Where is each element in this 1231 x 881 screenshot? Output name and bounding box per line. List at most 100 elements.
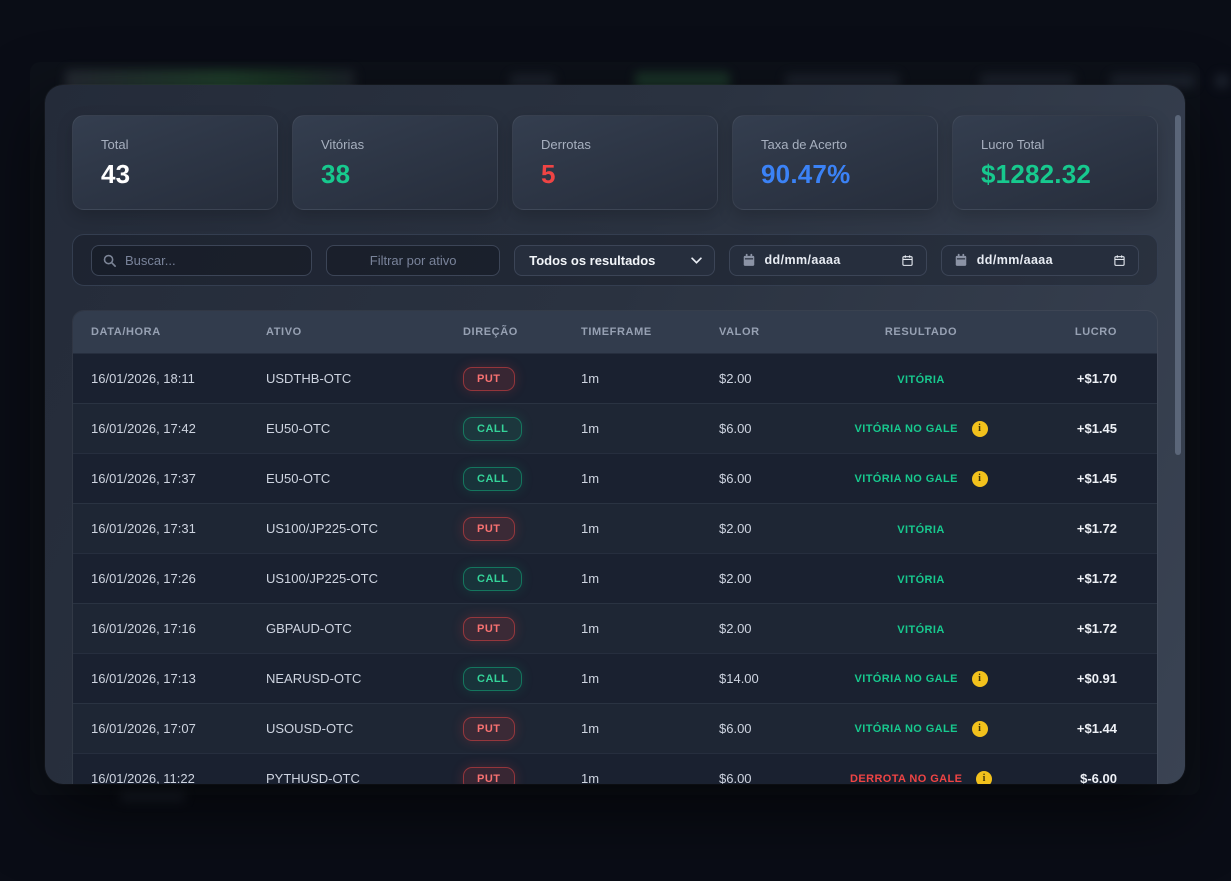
stat-card-total-profit: Lucro Total $1282.32 <box>952 115 1158 210</box>
stat-value: 90.47% <box>761 159 909 190</box>
gale-info-icon[interactable]: i <box>972 471 988 487</box>
cell-value: $6.00 <box>701 421 816 436</box>
direction-badge: PUT <box>463 517 515 541</box>
table-row[interactable]: 16/01/2026, 17:37 EU50-OTC CALL 1m $6.00… <box>73 453 1157 503</box>
calendar-picker-icon[interactable] <box>901 254 914 267</box>
table-row[interactable]: 16/01/2026, 17:42 EU50-OTC CALL 1m $6.00… <box>73 403 1157 453</box>
table-body: 16/01/2026, 18:11 USDTHB-OTC PUT 1m $2.0… <box>73 353 1157 784</box>
table-row[interactable]: 16/01/2026, 17:26 US100/JP225-OTC CALL 1… <box>73 553 1157 603</box>
cell-value: $6.00 <box>701 471 816 486</box>
direction-badge: PUT <box>463 617 515 641</box>
cell-profit: +$1.70 <box>1026 371 1157 386</box>
cell-profit: +$1.45 <box>1026 421 1157 436</box>
cell-asset: PYTHUSD-OTC <box>248 771 445 784</box>
stat-value: 5 <box>541 159 689 190</box>
direction-badge: CALL <box>463 567 522 591</box>
cell-timeframe: 1m <box>563 471 701 486</box>
cell-timeframe: 1m <box>563 371 701 386</box>
search-icon <box>102 253 117 268</box>
calendar-icon <box>954 253 968 267</box>
table-row[interactable]: 16/01/2026, 17:31 US100/JP225-OTC PUT 1m… <box>73 503 1157 553</box>
cell-timeframe: 1m <box>563 521 701 536</box>
stats-row: Total 43 Vitórias 38 Derrotas 5 Taxa de … <box>72 115 1158 210</box>
table-header-row: DATA/HORA ATIVO DIREÇÃO TIMEFRAME VALOR … <box>73 311 1157 353</box>
cell-asset: US100/JP225-OTC <box>248 571 445 586</box>
chevron-down-icon <box>691 257 702 264</box>
calendar-picker-icon[interactable] <box>1113 254 1126 267</box>
search-field[interactable] <box>91 245 312 276</box>
result-label: VITÓRIA NO GALE <box>855 723 958 735</box>
result-label: VITÓRIA <box>897 374 944 386</box>
cell-asset: USDTHB-OTC <box>248 371 445 386</box>
col-header-timeframe: TIMEFRAME <box>563 326 701 338</box>
cell-asset: NEARUSD-OTC <box>248 671 445 686</box>
cell-profit: +$1.72 <box>1026 521 1157 536</box>
gale-info-icon[interactable]: i <box>972 421 988 437</box>
cell-profit: +$0.91 <box>1026 671 1157 686</box>
cell-timeframe: 1m <box>563 571 701 586</box>
stat-card-wins: Vitórias 38 <box>292 115 498 210</box>
trade-results-panel: Total 43 Vitórias 38 Derrotas 5 Taxa de … <box>45 85 1185 784</box>
stat-value: 38 <box>321 159 469 190</box>
result-label: VITÓRIA <box>897 524 944 536</box>
filter-bar: Todos os resultados dd/mm/aaaa <box>72 234 1158 286</box>
cell-datetime: 16/01/2026, 17:37 <box>73 471 248 486</box>
col-header-asset: ATIVO <box>248 326 445 338</box>
gale-info-icon[interactable]: i <box>972 671 988 687</box>
result-label: VITÓRIA NO GALE <box>855 423 958 435</box>
table-row[interactable]: 16/01/2026, 17:16 GBPAUD-OTC PUT 1m $2.0… <box>73 603 1157 653</box>
results-filter-value: Todos os resultados <box>529 253 655 268</box>
stat-value: 43 <box>101 159 249 190</box>
cell-timeframe: 1m <box>563 621 701 636</box>
cell-value: $2.00 <box>701 571 816 586</box>
stat-card-losses: Derrotas 5 <box>512 115 718 210</box>
trades-table: DATA/HORA ATIVO DIREÇÃO TIMEFRAME VALOR … <box>72 310 1158 784</box>
cell-datetime: 16/01/2026, 18:11 <box>73 371 248 386</box>
stat-label: Lucro Total <box>981 137 1129 152</box>
direction-badge: PUT <box>463 717 515 741</box>
cell-timeframe: 1m <box>563 771 701 784</box>
date-to-value: dd/mm/aaaa <box>977 253 1104 267</box>
direction-badge: CALL <box>463 467 522 491</box>
col-header-value: VALOR <box>701 326 816 338</box>
gale-info-icon[interactable]: i <box>972 721 988 737</box>
calendar-icon <box>742 253 756 267</box>
table-row[interactable]: 16/01/2026, 11:22 PYTHUSD-OTC PUT 1m $6.… <box>73 753 1157 784</box>
cell-timeframe: 1m <box>563 721 701 736</box>
table-row[interactable]: 16/01/2026, 18:11 USDTHB-OTC PUT 1m $2.0… <box>73 353 1157 403</box>
asset-filter-field[interactable] <box>326 245 500 276</box>
cell-datetime: 16/01/2026, 17:26 <box>73 571 248 586</box>
col-header-result: RESULTADO <box>816 326 1026 338</box>
direction-badge: CALL <box>463 667 522 691</box>
date-to-input[interactable]: dd/mm/aaaa <box>941 245 1139 276</box>
cell-datetime: 16/01/2026, 11:22 <box>73 771 248 784</box>
results-filter-select[interactable]: Todos os resultados <box>514 245 714 276</box>
table-row[interactable]: 16/01/2026, 17:13 NEARUSD-OTC CALL 1m $1… <box>73 653 1157 703</box>
asset-filter-input[interactable] <box>327 253 499 268</box>
col-header-direction: DIREÇÃO <box>445 326 563 338</box>
stat-label: Derrotas <box>541 137 689 152</box>
scrollbar-thumb[interactable] <box>1175 115 1181 455</box>
cell-asset: EU50-OTC <box>248 421 445 436</box>
gale-info-icon[interactable]: i <box>976 771 992 784</box>
cell-profit: +$1.44 <box>1026 721 1157 736</box>
col-header-datetime: DATA/HORA <box>73 326 248 338</box>
cell-datetime: 16/01/2026, 17:16 <box>73 621 248 636</box>
result-label: VITÓRIA <box>897 624 944 636</box>
stat-value: $1282.32 <box>981 159 1129 190</box>
table-row[interactable]: 16/01/2026, 17:07 USOUSD-OTC PUT 1m $6.0… <box>73 703 1157 753</box>
cell-value: $2.00 <box>701 621 816 636</box>
cell-value: $2.00 <box>701 371 816 386</box>
footer-item-blurred <box>120 790 185 802</box>
result-label: DERROTA NO GALE <box>850 773 962 784</box>
direction-badge: PUT <box>463 367 515 391</box>
col-header-profit: LUCRO <box>1026 326 1157 338</box>
date-from-value: dd/mm/aaaa <box>765 253 892 267</box>
cell-datetime: 16/01/2026, 17:07 <box>73 721 248 736</box>
result-label: VITÓRIA NO GALE <box>855 473 958 485</box>
result-label: VITÓRIA NO GALE <box>855 673 958 685</box>
cell-profit: $-6.00 <box>1026 771 1157 784</box>
cell-value: $6.00 <box>701 771 816 784</box>
search-input[interactable] <box>125 253 301 268</box>
date-from-input[interactable]: dd/mm/aaaa <box>729 245 927 276</box>
